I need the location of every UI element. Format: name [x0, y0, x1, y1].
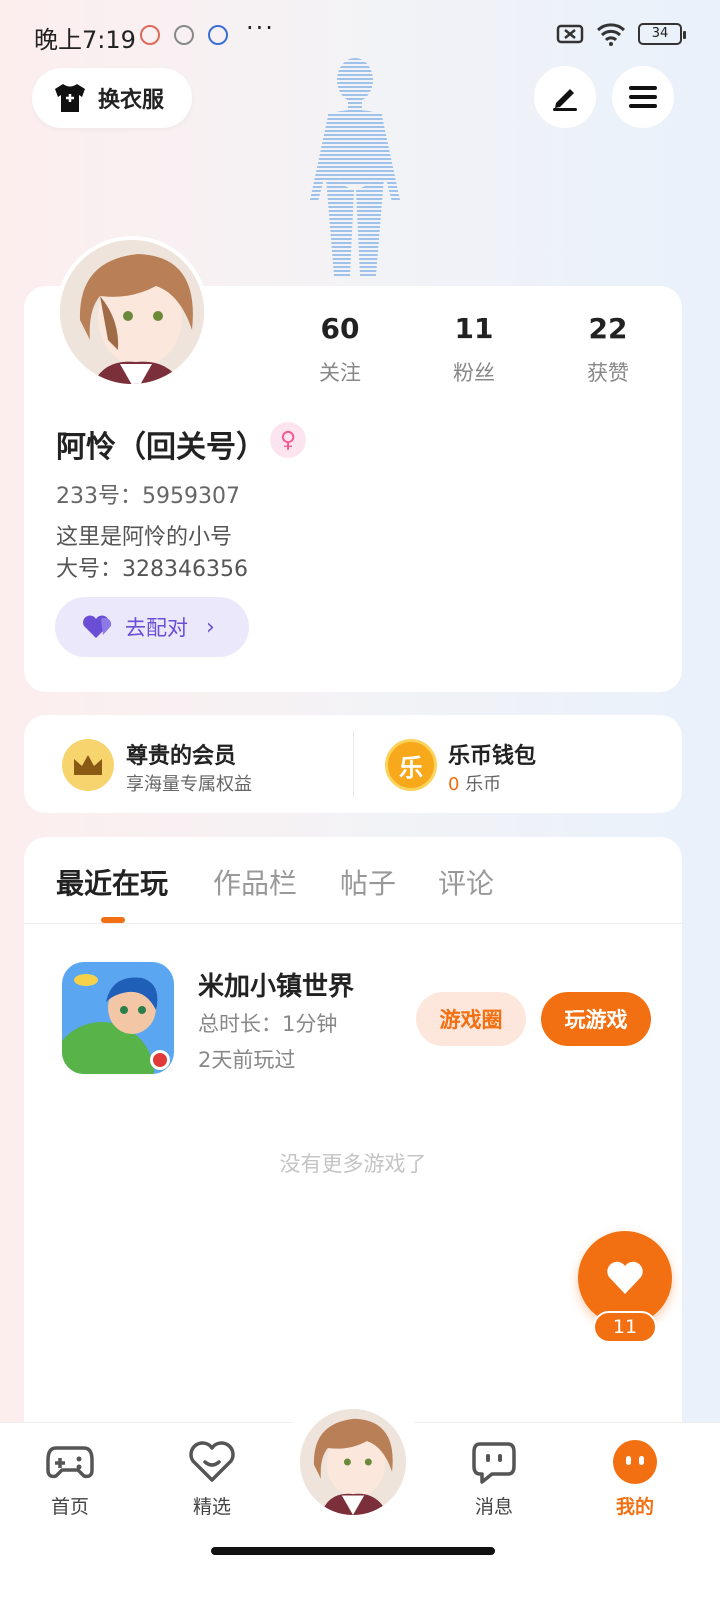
nav-home[interactable]: 首页 — [30, 1440, 110, 1519]
female-icon: ♀ — [270, 422, 306, 458]
more-notifications-icon: ··· — [246, 14, 275, 42]
no-more-games-text: 没有更多游戏了 — [279, 1152, 427, 1176]
user-bio: 这里是阿怜的小号 大号：328346356 — [56, 522, 248, 586]
pair-label: 去配对 — [125, 616, 188, 640]
heart-icon — [607, 1261, 643, 1294]
game-name[interactable]: 米加小镇世界 — [198, 966, 354, 1003]
notification-icon — [174, 25, 194, 45]
divider — [353, 731, 354, 797]
user-id: 233号：5959307 — [56, 484, 240, 509]
notification-icon — [208, 25, 228, 45]
like-count: 11 — [593, 1311, 657, 1343]
likes-count: 22 — [588, 312, 628, 345]
chevron-right-icon: › — [206, 614, 215, 640]
menu-button[interactable] — [612, 66, 674, 128]
fans-stat[interactable]: 11 粉丝 — [424, 312, 524, 387]
bio-line: 大号：328346356 — [56, 557, 248, 582]
coin-count: 0 — [448, 774, 460, 795]
vip-subtitle: 享海量专属权益 — [126, 774, 252, 795]
likes-stat[interactable]: 22 获赞 — [558, 312, 658, 387]
status-time: 晚上7:19 — [34, 26, 136, 54]
shirt-icon — [55, 84, 85, 112]
tab-works[interactable]: 作品栏 — [213, 862, 297, 902]
play-game-button[interactable]: 玩游戏 — [541, 992, 651, 1046]
change-outfit-button[interactable]: 换衣服 — [32, 68, 192, 128]
fans-label: 粉丝 — [453, 361, 495, 385]
wallet-title[interactable]: 乐币钱包 — [448, 738, 536, 770]
game-duration: 总时长：1分钟 — [198, 1012, 338, 1036]
game-icon[interactable] — [62, 962, 174, 1074]
sim-icon — [556, 24, 584, 44]
menu-icon — [629, 86, 657, 108]
game-last-played: 2天前玩过 — [198, 1048, 296, 1072]
gamepad-icon — [46, 1446, 94, 1479]
battery-icon: 34 — [638, 23, 686, 45]
nav-featured-label: 精选 — [192, 1496, 231, 1518]
divider — [24, 923, 682, 924]
nav-mine-label: 我的 — [615, 1496, 654, 1518]
crown-icon[interactable] — [62, 739, 114, 791]
fans-count: 11 — [454, 312, 494, 345]
pair-button[interactable]: 去配对 › — [55, 597, 249, 657]
tab-comments[interactable]: 评论 — [438, 862, 494, 902]
profile-face-icon — [613, 1440, 657, 1484]
likes-label: 获赞 — [587, 361, 629, 385]
coin-unit: 乐币 — [465, 774, 502, 795]
nav-home-label: 首页 — [50, 1496, 89, 1518]
pencil-icon — [553, 89, 577, 111]
nav-avatar-button[interactable] — [297, 1406, 409, 1518]
vip-title[interactable]: 尊贵的会员 — [126, 738, 236, 770]
avatar-figure[interactable] — [290, 50, 420, 280]
bio-line: 这里是阿怜的小号 — [56, 525, 233, 550]
home-indicator[interactable] — [211, 1547, 495, 1555]
game-circle-button[interactable]: 游戏圈 — [416, 992, 526, 1046]
user-name: 阿怜（回关号） — [56, 430, 266, 465]
tab-posts[interactable]: 帖子 — [340, 862, 396, 902]
wallet-balance: 0 乐币 — [448, 770, 501, 796]
notification-icon — [140, 25, 160, 45]
notification-icons — [140, 25, 228, 45]
change-outfit-label: 换衣服 — [98, 88, 165, 113]
status-indicators: 34 — [556, 22, 686, 46]
heart-icon — [83, 615, 112, 638]
coin-icon[interactable]: 乐 — [385, 739, 437, 791]
following-count: 60 — [320, 312, 360, 345]
following-stat[interactable]: 60 关注 — [290, 312, 390, 387]
tab-recent-games[interactable]: 最近在玩 — [56, 862, 168, 902]
nav-featured[interactable]: 精选 — [172, 1440, 252, 1519]
games-card — [24, 837, 682, 1457]
edit-profile-button[interactable] — [534, 66, 596, 128]
heart-icon — [189, 1441, 235, 1482]
nav-mine[interactable]: 我的 — [595, 1440, 675, 1519]
following-label: 关注 — [319, 361, 361, 385]
avatar[interactable] — [56, 236, 208, 388]
nav-messages-label: 消息 — [474, 1496, 513, 1518]
chat-icon — [472, 1442, 516, 1484]
nav-messages[interactable]: 消息 — [454, 1440, 534, 1519]
wifi-icon — [596, 23, 626, 46]
